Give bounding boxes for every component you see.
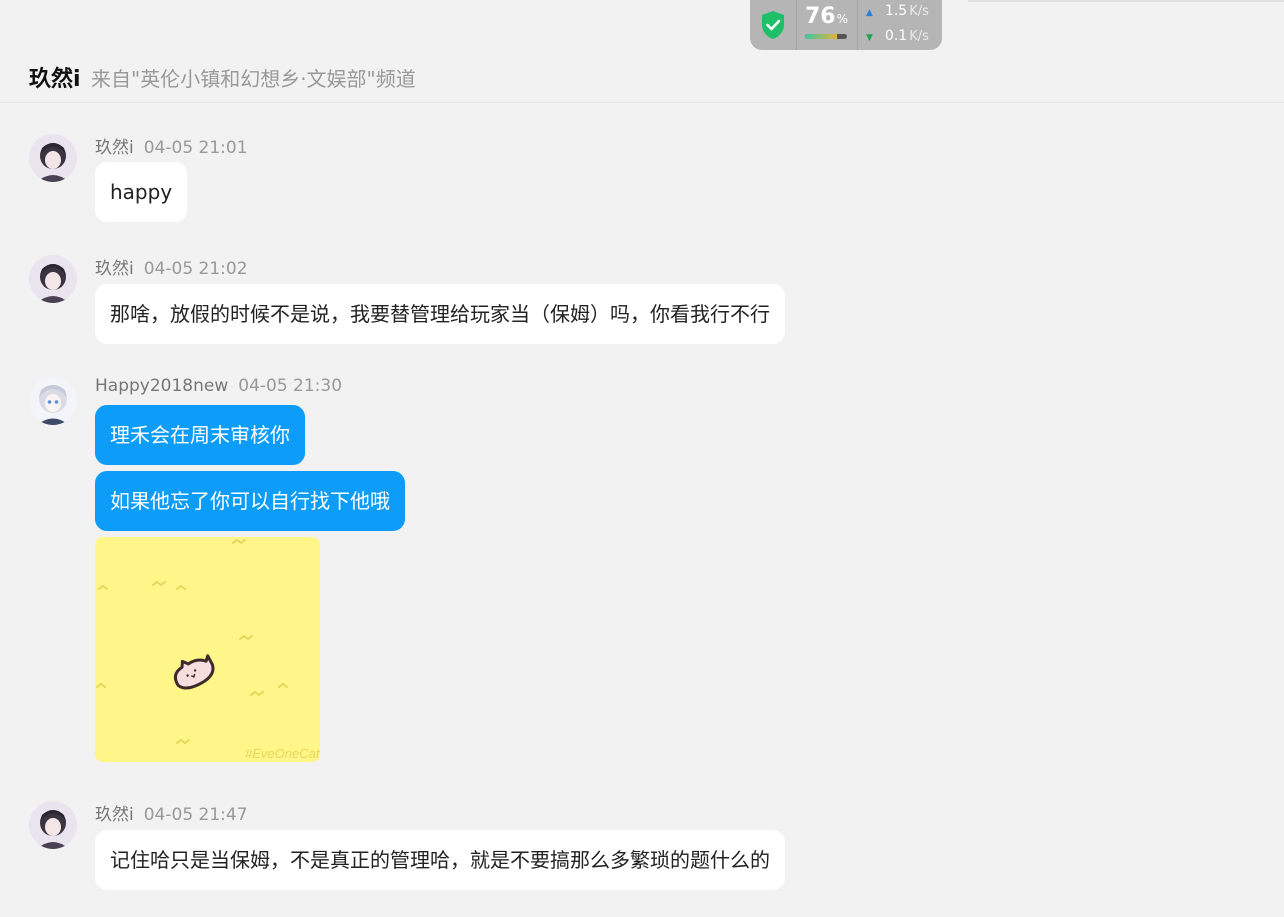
download-speed: 0.1 xyxy=(884,28,908,44)
message-bubble[interactable]: 那啥，放假的时候不是说，我要替管理给玩家当（保姆）吗，你看我行不行 xyxy=(95,284,785,344)
message-bubble[interactable]: happy xyxy=(95,162,188,222)
cpu-bar xyxy=(805,34,847,39)
timestamp: 04-05 21:01 xyxy=(143,138,248,158)
window-edge xyxy=(968,0,1284,2)
author-name[interactable]: Happy2018new xyxy=(95,376,228,396)
message-meta: 玖然i 04-05 21:47 xyxy=(95,800,248,825)
message-bubble[interactable]: 记住哈只是当保姆，不是真正的管理哈，就是不要搞那么多繁琐的题什么的 xyxy=(95,830,785,890)
sticker-image[interactable]: #EveOneCat xyxy=(95,537,320,762)
avatar[interactable] xyxy=(29,801,77,849)
author-name[interactable]: 玖然i xyxy=(95,138,134,158)
message-meta: 玖然i 04-05 21:01 xyxy=(95,133,248,158)
timestamp: 04-05 21:30 xyxy=(238,376,343,396)
cpu-percent: 76 xyxy=(805,4,836,29)
upload-speed: 1.5 xyxy=(884,3,908,19)
avatar[interactable] xyxy=(29,255,77,303)
message-bubble[interactable]: 如果他忘了你可以自行找下他哦 xyxy=(95,471,405,531)
cpu-percent-unit: % xyxy=(836,12,849,26)
avatar[interactable] xyxy=(29,134,77,182)
network-monitor-widget[interactable]: 76% ▲ 1.5 K/s ▼ 0.1 K/s xyxy=(750,0,942,50)
sticker-caption: #EveOneCat xyxy=(245,746,320,761)
upload-unit: K/s xyxy=(909,4,929,19)
download-unit: K/s xyxy=(909,29,929,44)
chat-title: 玖然i xyxy=(29,67,81,92)
message-bubble[interactable]: 理禾会在周末审核你 xyxy=(95,405,305,465)
author-name[interactable]: 玖然i xyxy=(95,805,134,825)
timestamp: 04-05 21:47 xyxy=(143,805,248,825)
message-meta: Happy2018new 04-05 21:30 xyxy=(95,376,342,396)
message-meta: 玖然i 04-05 21:02 xyxy=(95,254,248,279)
net-speeds: ▲ 1.5 K/s ▼ 0.1 K/s xyxy=(858,0,942,50)
chat-header: 玖然i 来自"英伦小镇和幻想乡·文娱部"频道 xyxy=(0,50,1284,103)
avatar[interactable] xyxy=(29,377,77,425)
channel-origin: 来自"英伦小镇和幻想乡·文娱部"频道 xyxy=(91,67,416,91)
upload-speed-row: ▲ 1.5 K/s xyxy=(866,0,942,25)
shield-icon xyxy=(750,0,797,50)
cpu-bar-fill xyxy=(805,34,837,39)
author-name[interactable]: 玖然i xyxy=(95,259,134,279)
download-arrow-icon: ▼ xyxy=(866,33,873,43)
cpu-usage: 76% xyxy=(797,0,858,50)
sticker-cat-art: #EveOneCat xyxy=(95,537,320,762)
timestamp: 04-05 21:02 xyxy=(143,259,248,279)
upload-arrow-icon: ▲ xyxy=(866,8,873,18)
download-speed-row: ▼ 0.1 K/s xyxy=(866,25,942,50)
